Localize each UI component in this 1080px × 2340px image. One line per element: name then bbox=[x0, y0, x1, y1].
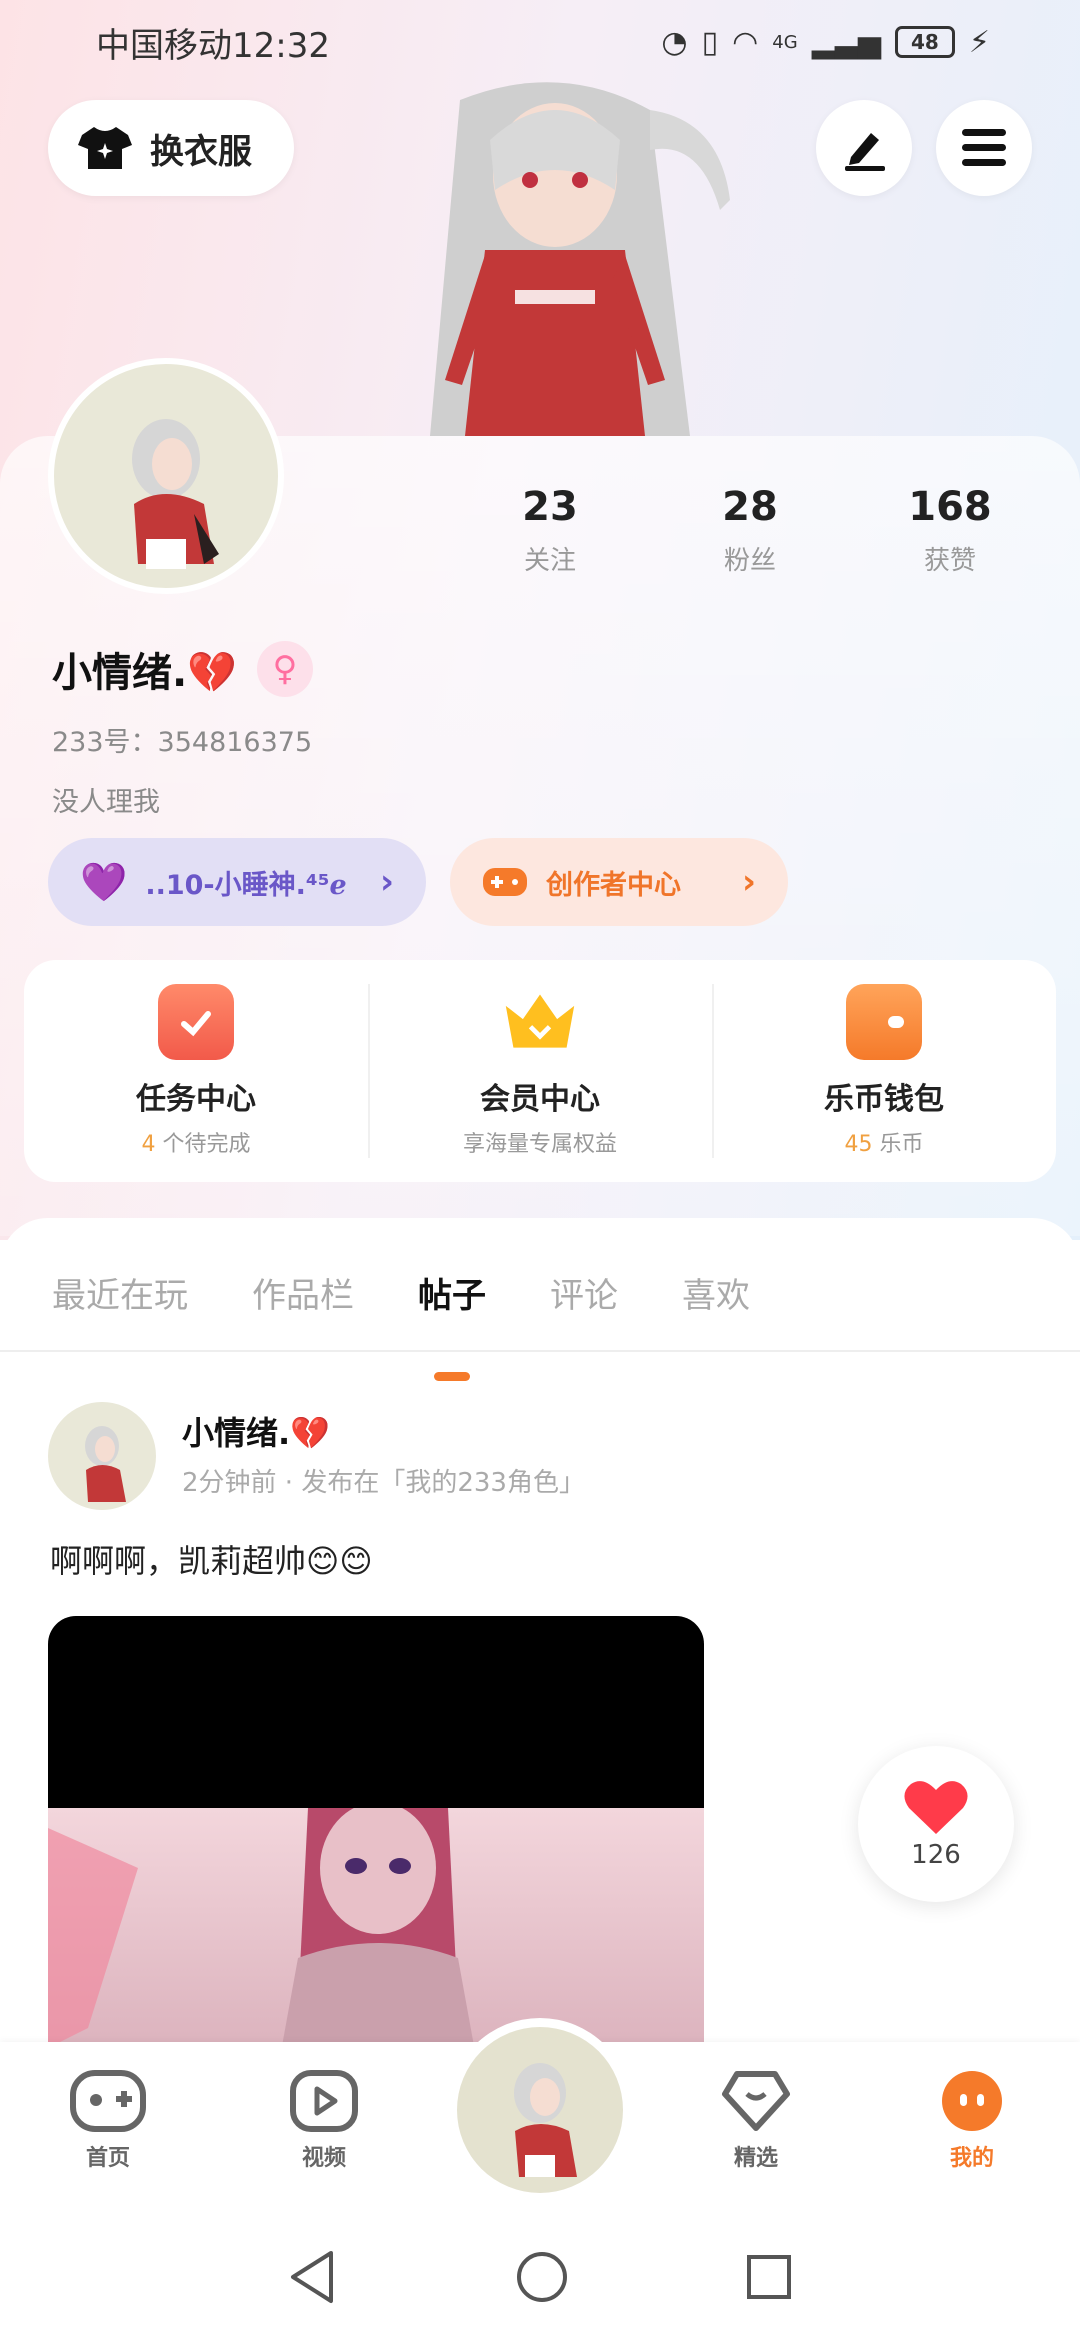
creator-center-button[interactable]: 创作者中心 › bbox=[450, 838, 788, 926]
recents-icon[interactable] bbox=[745, 2253, 793, 2301]
battery-icon: 48 bbox=[894, 26, 955, 58]
like-button[interactable]: 126 bbox=[858, 1746, 1014, 1902]
wallet-icon bbox=[846, 984, 922, 1060]
tab-comments[interactable]: 评论 bbox=[550, 1268, 618, 1317]
creator-center-label: 创作者中心 bbox=[546, 869, 681, 901]
member-center-title: 会员中心 bbox=[480, 1082, 600, 1117]
followers-label: 粉丝 bbox=[723, 546, 776, 576]
level-badge-button[interactable]: 💜 ..10-小睡神.⁴⁵ℯ › bbox=[48, 838, 426, 926]
content-area: 最近在玩 作品栏 帖子 评论 喜欢 小情绪.💔 2分钟前 · 发布在「我的233… bbox=[0, 1218, 1080, 2118]
chevron-right-icon: › bbox=[379, 862, 394, 902]
gamepad-icon bbox=[483, 868, 527, 896]
post-text: 啊啊啊，凯莉超帅😊😊 bbox=[50, 1542, 373, 1580]
charging-icon: ⚡ bbox=[968, 24, 990, 60]
profile-tabs: 最近在玩 作品栏 帖子 评论 喜欢 bbox=[52, 1268, 750, 1381]
post-meta: 2分钟前 · 发布在「我的233角色」 bbox=[182, 1468, 585, 1498]
nav-me[interactable]: 我的 bbox=[902, 2070, 1042, 2172]
avatar bbox=[457, 2027, 623, 2193]
change-outfit-label: 换衣服 bbox=[150, 131, 252, 172]
stat-following[interactable]: 23 关注 bbox=[450, 484, 650, 577]
tab-recently-played[interactable]: 最近在玩 bbox=[52, 1268, 188, 1317]
nav-featured[interactable]: 精选 bbox=[686, 2070, 826, 2172]
followers-count: 28 bbox=[722, 484, 778, 530]
level-label: ..10-小睡神.⁴⁵ℯ bbox=[145, 869, 347, 901]
chevron-right-icon: › bbox=[741, 862, 756, 902]
nav-video-label: 视频 bbox=[301, 2146, 346, 2171]
female-icon: ♀ bbox=[257, 641, 313, 697]
wallet-sub: 45 乐币 bbox=[844, 1132, 924, 1157]
profile-stats: 23 关注 28 粉丝 168 获赞 bbox=[490, 484, 1050, 577]
nav-featured-label: 精选 bbox=[733, 2146, 778, 2171]
menu-button[interactable] bbox=[936, 100, 1032, 196]
post-video[interactable] bbox=[48, 1616, 704, 2056]
gamepad-icon bbox=[70, 2070, 146, 2132]
signal-icon: ▂▃▅ bbox=[811, 24, 881, 60]
tab-posts[interactable]: 帖子 bbox=[418, 1268, 486, 1381]
post-author-name[interactable]: 小情绪.💔 bbox=[182, 1408, 330, 1454]
username-row: 小情绪.💔 ♀ bbox=[52, 640, 313, 698]
calendar-check-icon bbox=[158, 984, 234, 1060]
likes-label: 获赞 bbox=[923, 546, 976, 576]
nav-home-label: 首页 bbox=[85, 2146, 130, 2171]
nav-home[interactable]: 首页 bbox=[38, 2070, 178, 2172]
vibrate-icon: ▯ bbox=[701, 24, 719, 60]
likes-count: 168 bbox=[908, 484, 992, 530]
task-center-sub: 4 个待完成 bbox=[141, 1132, 251, 1157]
wallet-card[interactable]: 乐币钱包 45 乐币 bbox=[712, 960, 1056, 1182]
status-icons: ◔ ▯ ◠ 4G ▂▃▅ 48 ⚡ bbox=[661, 25, 990, 60]
wallet-title: 乐币钱包 bbox=[824, 1082, 944, 1117]
stat-likes[interactable]: 168 获赞 bbox=[850, 484, 1050, 577]
avatar-image bbox=[132, 419, 219, 569]
pencil-icon bbox=[845, 133, 885, 171]
tab-likes[interactable]: 喜欢 bbox=[682, 1268, 750, 1317]
stat-followers[interactable]: 28 粉丝 bbox=[650, 484, 850, 577]
status-bar: 中国移动12:32 ◔ ▯ ◠ 4G ▂▃▅ 48 ⚡ bbox=[0, 0, 1080, 84]
task-center-card[interactable]: 任务中心 4 个待完成 bbox=[24, 960, 368, 1182]
network-label: 4G bbox=[772, 31, 798, 53]
tab-posts-label: 帖子 bbox=[418, 1276, 486, 1316]
tab-works[interactable]: 作品栏 bbox=[252, 1268, 354, 1317]
tshirt-icon bbox=[78, 127, 132, 169]
change-outfit-button[interactable]: 换衣服 bbox=[48, 100, 294, 196]
crown-icon bbox=[502, 984, 578, 1060]
menu-icon bbox=[962, 129, 1006, 166]
wifi-icon: ◠ bbox=[732, 24, 759, 60]
like-count: 126 bbox=[911, 1840, 961, 1870]
avatar-character-figure[interactable] bbox=[400, 80, 730, 436]
system-nav-bar bbox=[0, 2214, 1080, 2340]
following-count: 23 bbox=[522, 484, 578, 530]
account-id[interactable]: 233号：354816375 bbox=[52, 720, 312, 759]
task-center-title: 任务中心 bbox=[136, 1082, 256, 1117]
feature-cards: 任务中心 4 个待完成 会员中心 享海量专属权益 乐币钱包 45 乐币 bbox=[24, 960, 1056, 1182]
speed-icon: ◔ bbox=[661, 24, 688, 60]
post-author-avatar[interactable] bbox=[48, 1402, 156, 1510]
username: 小情绪.💔 bbox=[52, 650, 237, 696]
heart-diamond-icon bbox=[722, 2071, 790, 2131]
heart-icon: 💜 bbox=[80, 859, 128, 904]
bio: 没人理我 bbox=[52, 787, 160, 818]
tab-divider bbox=[0, 1350, 1080, 1352]
nav-video[interactable]: 视频 bbox=[254, 2070, 394, 2172]
nav-avatar-button[interactable] bbox=[448, 2018, 632, 2202]
member-center-card[interactable]: 会员中心 享海量专属权益 bbox=[368, 960, 712, 1182]
edit-profile-button[interactable] bbox=[816, 100, 912, 196]
nav-me-label: 我的 bbox=[949, 2146, 994, 2171]
heart-icon bbox=[904, 1781, 968, 1834]
avatar[interactable] bbox=[48, 358, 284, 594]
avatar-image bbox=[85, 1426, 126, 1502]
home-icon[interactable] bbox=[515, 2250, 569, 2304]
back-icon[interactable] bbox=[287, 2249, 339, 2305]
member-center-sub: 享海量专属权益 bbox=[462, 1132, 617, 1157]
following-label: 关注 bbox=[523, 546, 576, 576]
bottom-nav: 首页 视频 精选 我的 bbox=[0, 2018, 1080, 2214]
play-icon bbox=[290, 2070, 358, 2132]
face-icon bbox=[942, 2071, 1002, 2131]
carrier-time: 中国移动12:32 bbox=[96, 25, 330, 66]
post-video-frame bbox=[48, 1802, 704, 2056]
tab-indicator bbox=[434, 1372, 470, 1381]
